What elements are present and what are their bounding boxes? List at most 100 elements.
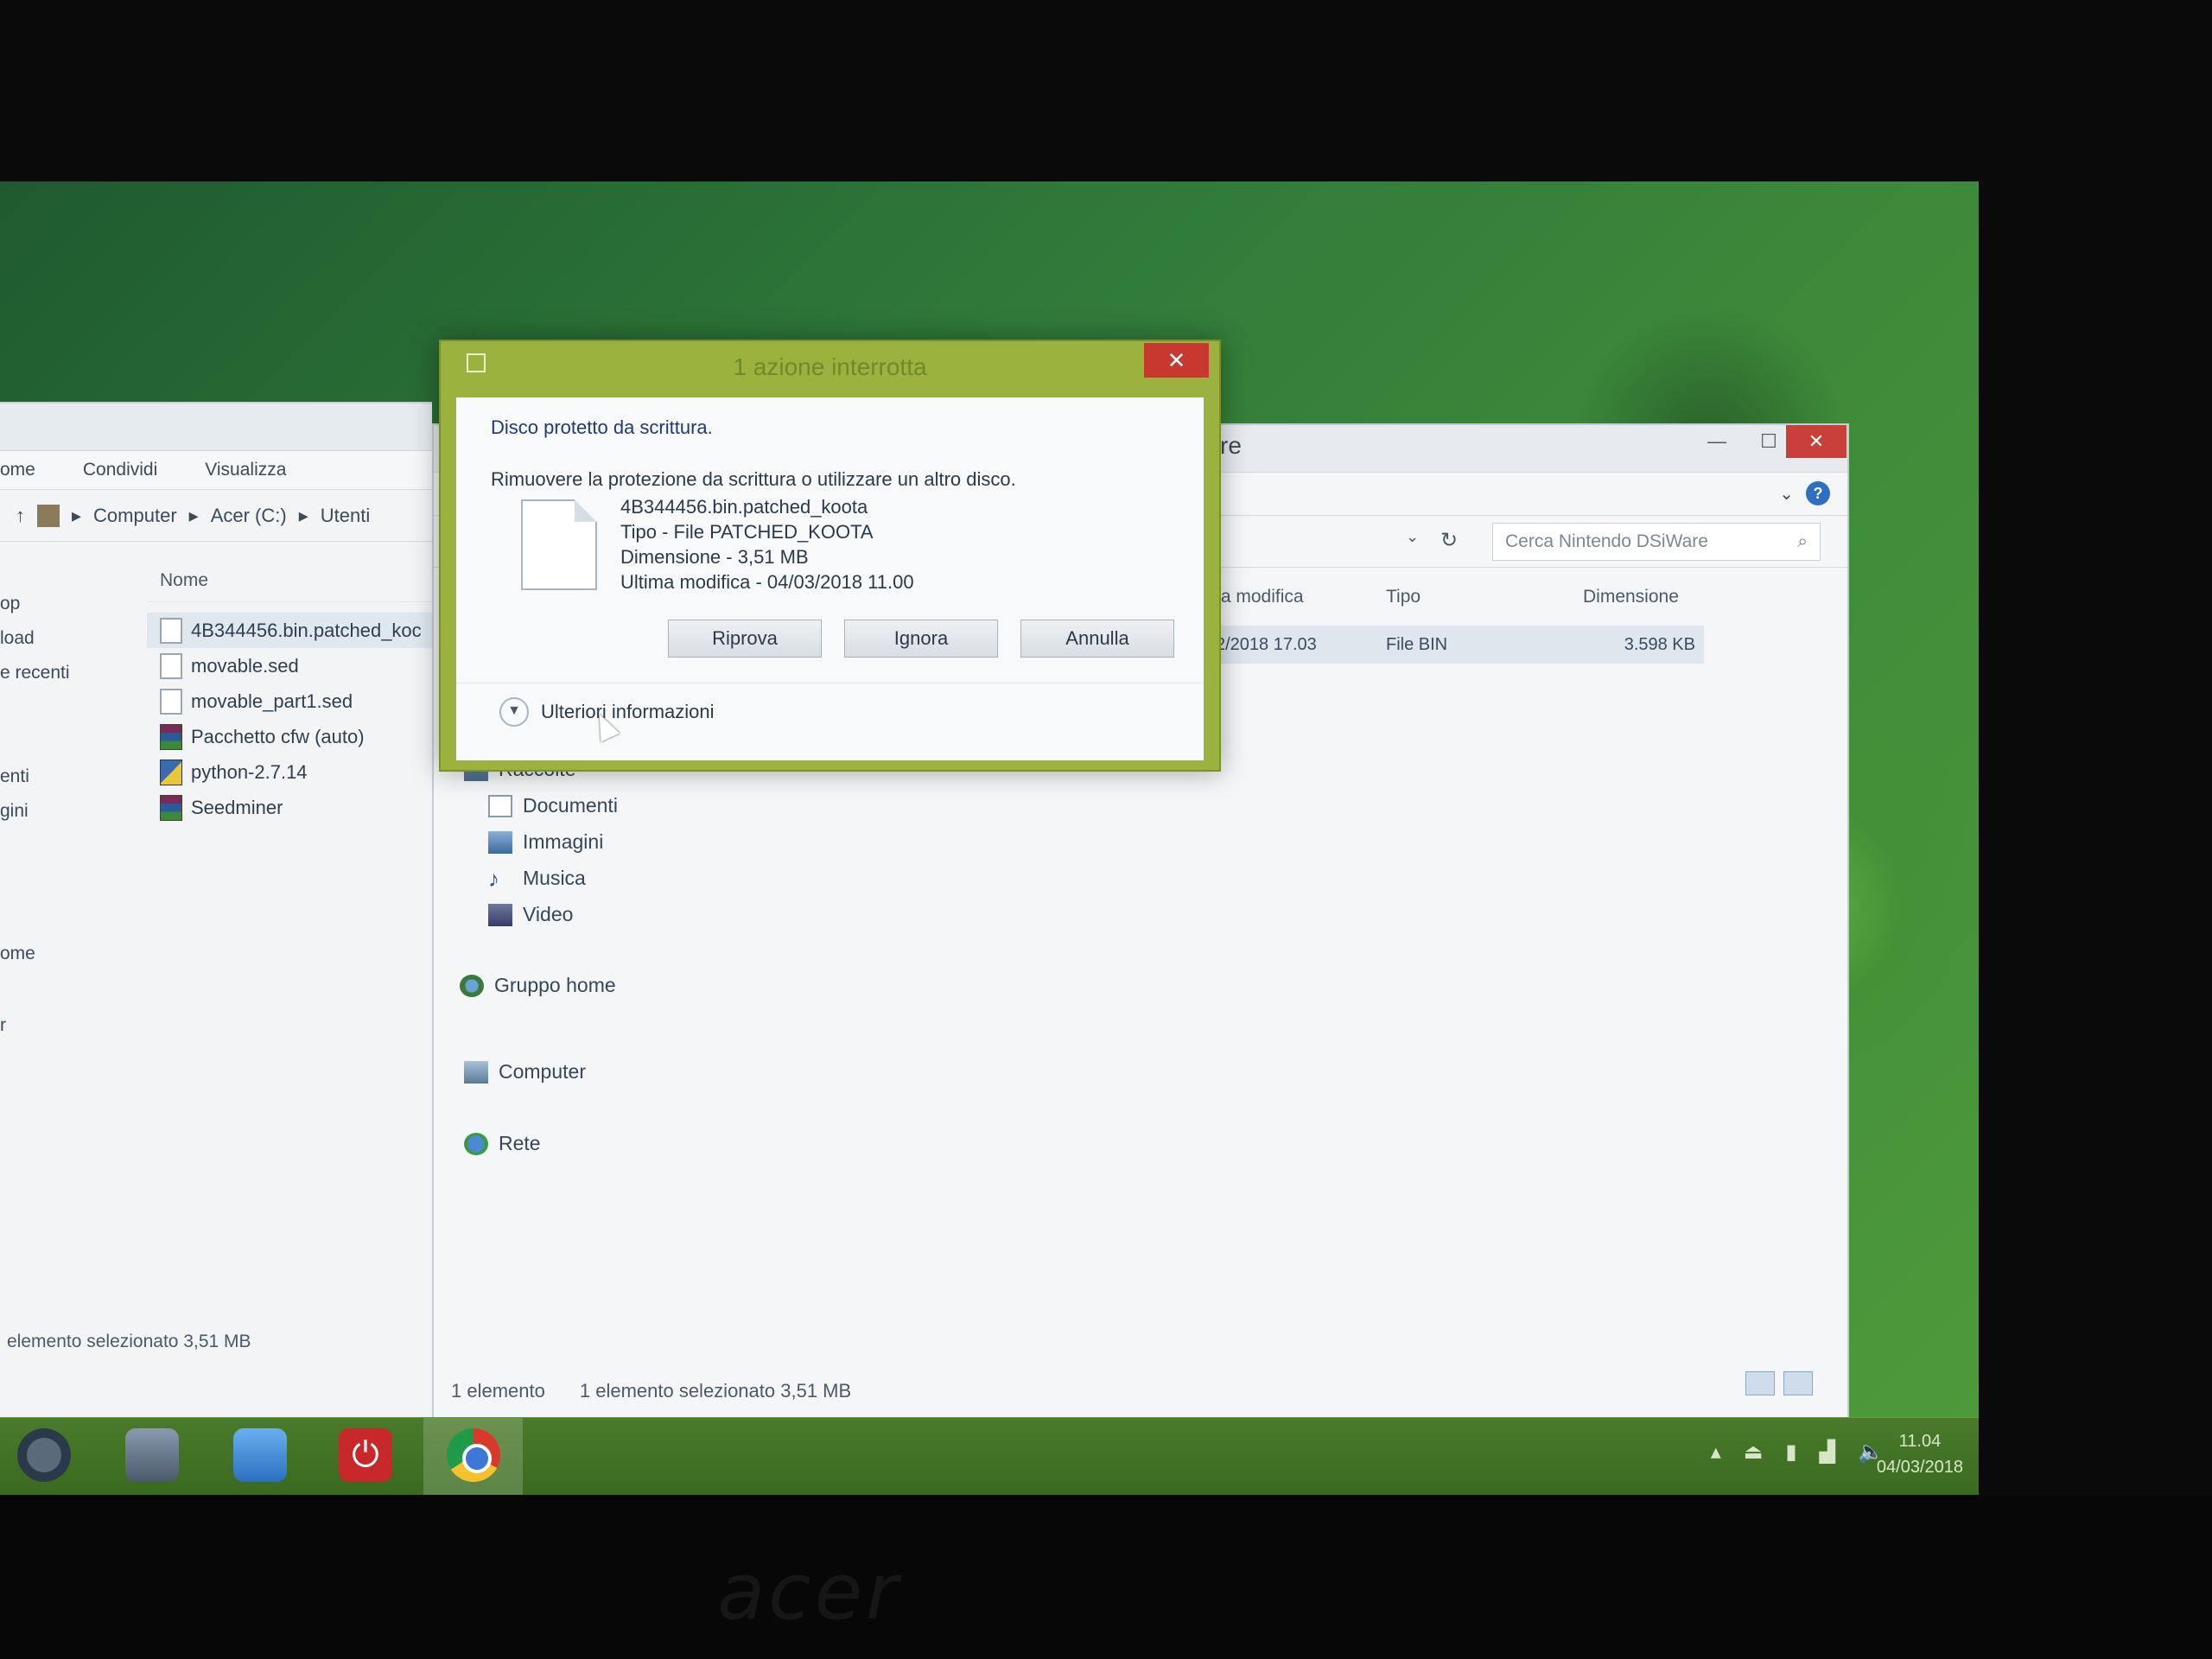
ignore-button[interactable]: Ignora: [844, 620, 998, 658]
left-file-list: Nome 4B344456.bin.patched_koc movable.se…: [147, 559, 432, 1337]
file-name: 4B344456.bin.patched_koc: [191, 619, 422, 641]
music-note-icon: ♪: [488, 865, 499, 892]
status-item-count: 1 elemento: [451, 1380, 545, 1402]
list-item[interactable]: movable_part1.sed: [147, 683, 432, 719]
battery-icon[interactable]: ▮: [1785, 1440, 1796, 1465]
nav-images[interactable]: Immagini: [488, 830, 603, 854]
help-icon[interactable]: ?: [1806, 481, 1830, 505]
nav-network[interactable]: Rete: [464, 1132, 541, 1155]
breadcrumb-users[interactable]: Utenti: [321, 505, 370, 527]
refresh-icon[interactable]: ↻: [1440, 528, 1458, 553]
nav-item[interactable]: gini: [0, 801, 29, 822]
left-navigation-pane: op load e recenti enti gini ome r: [0, 559, 147, 1337]
list-item[interactable]: Pacchetto cfw (auto): [147, 719, 432, 754]
large-icons-view-icon[interactable]: [1783, 1371, 1813, 1395]
computer-icon: [464, 1060, 488, 1084]
minimize-button[interactable]: —: [1691, 425, 1743, 458]
column-header-size[interactable]: Dimensione: [1583, 587, 1679, 607]
explorer-window-left[interactable]: ome Condividi Visualizza ↑ ▸ Computer ▸ …: [0, 402, 432, 1417]
cell-size: 3.598 KB: [1624, 635, 1695, 654]
file-modified: Ultima modifica - 04/03/2018 11.00: [620, 571, 914, 593]
left-window-titlebar[interactable]: [0, 404, 432, 451]
list-item[interactable]: 4B344456.bin.patched_koc: [147, 613, 432, 648]
file-manager-taskbar-icon[interactable]: [233, 1428, 287, 1482]
nav-video[interactable]: Video: [488, 903, 573, 926]
brand-logo: acer: [717, 1547, 902, 1637]
file-icon: [160, 688, 182, 715]
up-arrow-icon[interactable]: ↑: [16, 505, 25, 527]
search-placeholder: Cerca Nintendo DSiWare: [1505, 531, 1708, 551]
tab-home[interactable]: ome: [0, 460, 35, 480]
dialog-close-button[interactable]: ✕: [1144, 343, 1209, 378]
documents-icon: [488, 794, 512, 817]
nav-computer[interactable]: Computer: [464, 1060, 586, 1084]
show-hidden-icons-icon[interactable]: ▴: [1711, 1440, 1721, 1465]
monitor-bezel: [0, 1495, 2212, 1659]
nav-item[interactable]: r: [0, 1015, 6, 1036]
retry-button[interactable]: Riprova: [668, 620, 822, 658]
file-size: Dimensione - 3,51 MB: [620, 546, 809, 568]
search-input[interactable]: Cerca Nintendo DSiWare ⌕: [1492, 523, 1821, 561]
usb-icon[interactable]: ⏏: [1744, 1440, 1764, 1465]
list-item[interactable]: movable.sed: [147, 648, 432, 683]
search-icon[interactable]: ⌕: [1797, 531, 1808, 552]
nav-label: Video: [523, 903, 574, 925]
nav-item[interactable]: op: [0, 594, 20, 614]
nav-homegroup[interactable]: Gruppo home: [460, 974, 616, 997]
dialog-title: 1 azione interrotta: [733, 353, 927, 380]
power-icon[interactable]: ⏻: [339, 1428, 392, 1482]
breadcrumb-computer[interactable]: Computer: [93, 505, 177, 527]
nav-label: Gruppo home: [494, 974, 616, 996]
tab-view[interactable]: Visualizza: [205, 460, 286, 480]
file-icon: [521, 499, 597, 590]
status-selection: 1 elemento selezionato 3,51 MB: [579, 1380, 852, 1402]
table-row[interactable]: 2/2018 17.03 File BIN 3.598 KB: [1211, 626, 1704, 664]
file-name: movable.sed: [191, 654, 299, 677]
taskbar-clock[interactable]: 11.04 04/03/2018: [1877, 1428, 1963, 1480]
column-header-name[interactable]: Nome: [147, 559, 432, 602]
details-view-icon[interactable]: [1745, 1371, 1775, 1395]
window-title: re: [1220, 432, 1242, 459]
drive-icon: [37, 504, 60, 527]
file-name: python-2.7.14: [191, 760, 308, 783]
file-details: 4B344456.bin.patched_koota Tipo - File P…: [620, 494, 914, 594]
error-dialog[interactable]: 1 azione interrotta ✕ Disco protetto da …: [439, 340, 1221, 772]
nav-item[interactable]: load: [0, 628, 35, 649]
chevron-down-icon[interactable]: ⌄: [1779, 483, 1794, 505]
close-button[interactable]: ✕: [1786, 425, 1847, 458]
dialog-message: Rimuovere la protezione da scrittura o u…: [491, 468, 1016, 490]
dialog-titlebar[interactable]: 1 azione interrotta ✕: [441, 341, 1219, 397]
chevron-down-icon[interactable]: ⌄: [1406, 528, 1419, 546]
dialog-buttons: Riprova Ignora Annulla: [668, 620, 1174, 658]
list-item[interactable]: Seedminer: [147, 790, 432, 825]
nav-documents[interactable]: Documenti: [488, 794, 618, 817]
chevron-down-icon[interactable]: ▼: [499, 697, 529, 727]
nav-label: Immagini: [523, 830, 604, 853]
explorer-taskbar-icon[interactable]: [125, 1428, 179, 1482]
nav-item[interactable]: e recenti: [0, 663, 70, 683]
breadcrumb-drive[interactable]: Acer (C:): [211, 505, 287, 527]
left-status-bar: elemento selezionato 3,51 MB: [7, 1332, 251, 1351]
tab-share[interactable]: Condividi: [83, 460, 157, 480]
file-icon: [160, 617, 182, 644]
dialog-heading: Disco protetto da scrittura.: [491, 416, 713, 438]
images-icon: [488, 830, 512, 854]
network-icon: [464, 1132, 488, 1155]
nav-music[interactable]: ♪ Musica: [488, 867, 586, 890]
cell-modified: 2/2018 17.03: [1216, 635, 1317, 654]
wifi-signal-icon[interactable]: ▟: [1820, 1440, 1835, 1465]
more-info-label: Ulteriori informazioni: [541, 701, 715, 722]
breadcrumb-separator-icon: ▸: [72, 504, 82, 526]
chrome-icon[interactable]: [447, 1428, 500, 1482]
column-header-type[interactable]: Tipo: [1386, 587, 1421, 607]
nav-item[interactable]: enti: [0, 766, 29, 787]
nav-item[interactable]: ome: [0, 944, 35, 964]
left-address-bar[interactable]: ↑ ▸ Computer ▸ Acer (C:) ▸ Utenti: [0, 490, 432, 542]
column-header-modified[interactable]: ta modifica: [1216, 587, 1304, 607]
video-icon: [488, 903, 512, 926]
settings-taskbar-icon[interactable]: [17, 1428, 71, 1482]
list-item[interactable]: python-2.7.14: [147, 754, 432, 790]
file-icon: [160, 652, 182, 679]
installer-icon: [160, 759, 182, 785]
cancel-button[interactable]: Annulla: [1020, 620, 1174, 658]
